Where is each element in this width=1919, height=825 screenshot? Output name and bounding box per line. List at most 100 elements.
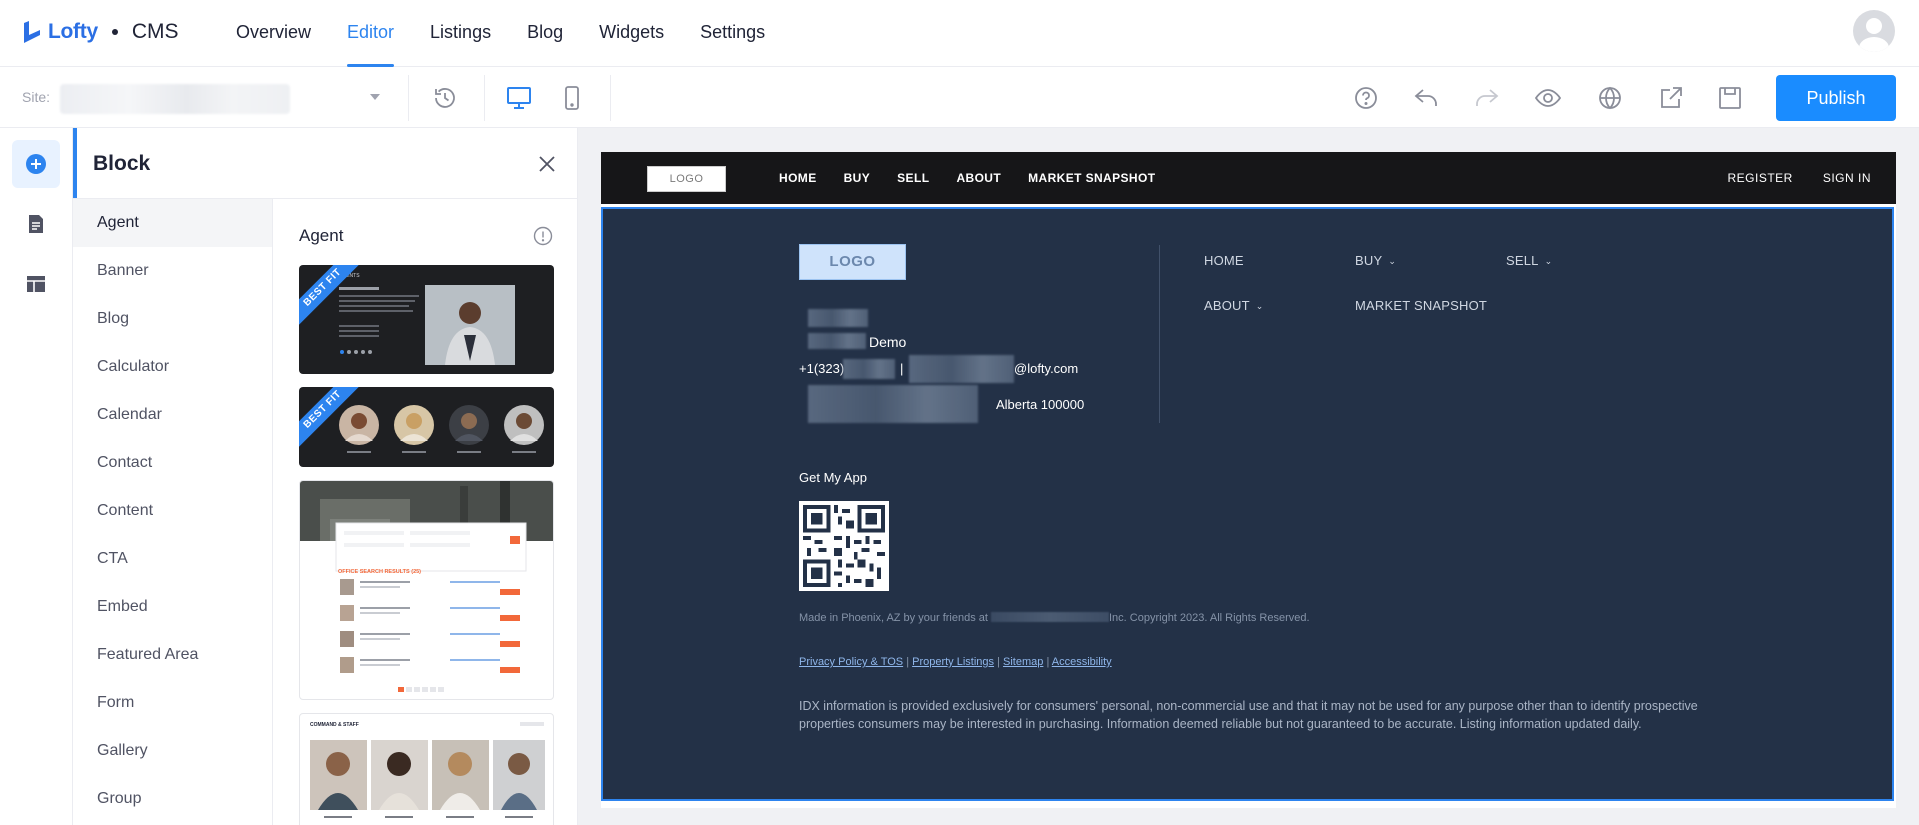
top-navigation-bar: Lofty CMS Overview Editor Listings Blog … [0,0,1919,67]
product-name: CMS [131,20,179,43]
footer-address: Alberta 100000 [996,397,1085,412]
category-form[interactable]: Form [73,679,272,727]
preview-eye-icon[interactable] [1534,84,1562,112]
footer-nav-about-label: ABOUT [1204,298,1250,313]
footer-made-in: Made in Phoenix, AZ by your friends at I… [799,612,1310,624]
help-icon[interactable] [1352,84,1380,112]
preview-nav-home[interactable]: HOME [779,171,817,185]
category-banner[interactable]: Banner [73,247,272,295]
agent-template-thumbnail-4[interactable]: COMMAND & STAFF [299,713,554,825]
add-block-icon[interactable] [12,140,60,188]
publish-button[interactable]: Publish [1776,75,1896,121]
preview-nav-buy[interactable]: BUY [844,171,871,185]
category-featured-area[interactable]: Featured Area [73,631,272,679]
chevron-down-icon: ⌄ [1255,301,1264,311]
page-icon[interactable] [12,200,60,248]
brand[interactable]: Lofty CMS [22,17,179,47]
category-agent[interactable]: Agent [73,199,272,247]
footer-nav-market-snapshot-label: MARKET SNAPSHOT [1355,298,1488,313]
tab-settings[interactable]: Settings [700,0,765,67]
category-calendar[interactable]: Calendar [73,391,272,439]
preview-nav-sell[interactable]: SELL [897,171,929,185]
tab-overview[interactable]: Overview [236,0,311,67]
agent-template-thumbnail-1[interactable]: AGENTS BEST FIT [299,265,554,374]
category-contact[interactable]: Contact [73,439,272,487]
category-blog[interactable]: Blog [73,295,272,343]
sitemap-link[interactable]: Sitemap [1003,656,1043,668]
lofty-logo-icon [22,21,42,43]
mobile-icon[interactable] [558,84,586,112]
preview-nav-market-snapshot[interactable]: MARKET SNAPSHOT [1028,171,1155,185]
preview-header-logo[interactable]: LOGO [647,166,726,192]
left-rail [0,128,72,825]
share-export-icon[interactable] [1657,84,1685,112]
footer-made-in-suffix: Inc. Copyright 2023. All Rights Reserved… [1109,612,1310,624]
editor-toolbar: Site: Publish [0,67,1919,128]
block-thumbnails: Agent AGENTS BEST FIT BEST FIT OFFICE SE… [273,199,577,825]
panel-accent-bar [73,128,77,198]
category-gallery[interactable]: Gallery [73,727,272,775]
footer-contact-separator: | [900,361,904,376]
tab-listings[interactable]: Listings [430,0,491,67]
save-icon[interactable] [1716,84,1744,112]
avatar-body [1859,37,1889,52]
qr-code-icon[interactable] [799,501,889,591]
chevron-down-icon: ⌄ [1544,256,1553,266]
thumbnail-preview-image: OFFICE SEARCH RESULTS (25) [300,481,553,692]
brand-name: Lofty [48,20,98,43]
preview-header[interactable]: LOGO HOME BUY SELL ABOUT MARKET SNAPSHOT… [601,152,1896,204]
site-label: Site: [22,89,51,105]
footer-nav-buy[interactable]: BUY ⌄ [1355,253,1396,268]
agent-template-thumbnail-3[interactable]: OFFICE SEARCH RESULTS (25) [299,480,554,700]
preview-register-link[interactable]: REGISTER [1727,171,1792,185]
accessibility-link[interactable]: Accessibility [1052,656,1112,668]
privacy-policy-link[interactable]: Privacy Policy & TOS [799,656,903,668]
user-avatar-icon[interactable] [1853,10,1895,52]
footer-nav-home[interactable]: HOME [1204,253,1244,268]
toolbar-divider [408,75,409,121]
tab-editor[interactable]: Editor [347,0,395,67]
link-separator: | [1046,656,1050,668]
layout-icon[interactable] [12,260,60,308]
redacted-text [843,359,895,379]
footer-made-in-prefix: Made in Phoenix, AZ by your friends at [799,612,988,624]
footer-nav-market-snapshot[interactable]: MARKET SNAPSHOT [1355,298,1487,313]
preview-nav-about[interactable]: ABOUT [956,171,1001,185]
redacted-text [909,355,1014,383]
info-icon[interactable] [533,226,553,246]
site-name-redacted [60,84,290,114]
block-category-list: Agent Banner Blog Calculator Calendar Co… [73,199,273,825]
preview-sign-in-link[interactable]: SIGN IN [1823,171,1871,185]
thumbnail-preview-image: COMMAND & STAFF [310,722,545,818]
category-group[interactable]: Group [73,775,272,823]
site-select[interactable] [58,81,388,115]
brand-separator-dot [111,29,118,35]
property-listings-link[interactable]: Property Listings [912,656,994,668]
agent-template-thumbnail-2[interactable]: BEST FIT [299,387,554,467]
category-embed[interactable]: Embed [73,583,272,631]
avatar-head [1866,18,1882,34]
toolbar-divider [610,75,611,121]
globe-icon[interactable] [1596,84,1624,112]
footer-divider [1159,245,1160,423]
undo-icon[interactable] [1412,84,1440,112]
close-icon[interactable] [535,152,559,176]
toolbar-divider [484,75,485,121]
category-calculator[interactable]: Calculator [73,343,272,391]
category-content[interactable]: Content [73,487,272,535]
idx-disclaimer: IDX information is provided exclusively … [799,699,1698,731]
footer-nav-about[interactable]: ABOUT ⌄ [1204,298,1264,313]
tab-widgets[interactable]: Widgets [599,0,664,67]
footer-logo[interactable]: LOGO [799,244,906,280]
link-separator: | [906,656,910,668]
selected-footer-block[interactable]: LOGO Demo +1(323) | @lofty.com Alberta 1… [601,207,1894,801]
category-cta[interactable]: CTA [73,535,272,583]
tab-blog[interactable]: Blog [527,0,563,67]
redo-icon[interactable] [1473,84,1501,112]
footer-legal-links: Privacy Policy & TOS | Property Listings… [799,656,1112,668]
footer-nav-sell[interactable]: SELL ⌄ [1506,253,1552,268]
thumb-heading: OFFICE SEARCH RESULTS (25) [338,569,421,575]
footer-agent-name: Demo [869,334,907,350]
history-icon[interactable] [431,84,459,112]
desktop-icon[interactable] [505,84,533,112]
